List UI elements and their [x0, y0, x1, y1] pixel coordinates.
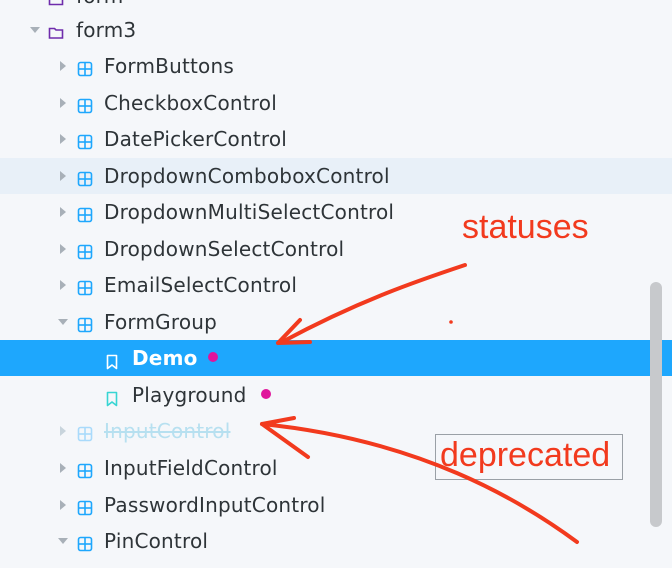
- component-icon: [77, 131, 93, 150]
- tree-item-label: Demo: [132, 346, 198, 370]
- component-icon: [77, 460, 93, 479]
- annotation-deprecated: deprecated: [440, 436, 611, 474]
- tree-item-label: Playground: [132, 383, 247, 407]
- tree-item-playground[interactable]: Playground: [0, 377, 672, 413]
- chevron-right-icon[interactable]: [60, 98, 66, 108]
- tree-item-label: FormButtons: [104, 54, 234, 78]
- component-icon: [77, 95, 93, 114]
- tree-item-passwordinputcontrol[interactable]: PasswordInputControl: [0, 487, 672, 523]
- chevron-right-icon[interactable]: [60, 207, 66, 217]
- tree-item-checkboxcontrol[interactable]: CheckboxControl: [0, 85, 672, 121]
- component-icon: [77, 423, 93, 442]
- tree-item-label: EmailSelectControl: [104, 273, 298, 297]
- chevron-right-icon[interactable]: [60, 280, 66, 290]
- folder-icon: [48, 0, 64, 6]
- tree-item-datepickercontrol[interactable]: DatePickerControl: [0, 121, 672, 157]
- chevron-down-icon[interactable]: [58, 319, 68, 325]
- chevron-right-icon[interactable]: [60, 426, 66, 436]
- component-icon: [77, 58, 93, 77]
- tree-item-label: form3: [76, 18, 137, 42]
- chevron-down-icon[interactable]: [58, 538, 68, 544]
- tree-item-emailselectcontrol[interactable]: EmailSelectControl: [0, 267, 672, 303]
- tree-item-demo[interactable]: Demo: [0, 340, 672, 376]
- chevron-right-icon[interactable]: [60, 171, 66, 181]
- tree-item-label: DatePickerControl: [104, 127, 288, 151]
- tree-item-dropdowncomboboxcontrol[interactable]: DropdownComboboxControl: [0, 158, 672, 194]
- tree-item-label: CheckboxControl: [104, 91, 277, 115]
- component-icon: [77, 168, 93, 187]
- sidebar-tree: form form3 FormButtons CheckboxControl D…: [0, 0, 672, 568]
- chevron-down-icon[interactable]: [30, 27, 40, 33]
- component-icon: [77, 277, 93, 296]
- tree-item-form3[interactable]: form3: [0, 12, 672, 48]
- chevron-right-icon[interactable]: [60, 500, 66, 510]
- tree-item-label: DropdownComboboxControl: [104, 164, 390, 188]
- component-icon: [77, 497, 93, 516]
- tree-item-label: InputFieldControl: [104, 456, 278, 480]
- scrollbar-thumb[interactable]: [650, 282, 662, 527]
- chevron-right-icon[interactable]: [60, 61, 66, 71]
- tree-item-pincontrol[interactable]: PinControl: [0, 523, 672, 559]
- tree-item-label: FormGroup: [104, 310, 218, 334]
- tree-item-label: DropdownSelectControl: [104, 237, 345, 261]
- chevron-right-icon[interactable]: [60, 244, 66, 254]
- component-icon: [77, 204, 93, 223]
- tree-item-label: DropdownMultiSelectControl: [104, 200, 395, 224]
- tree-item-label: form: [76, 0, 123, 8]
- component-icon: [77, 241, 93, 260]
- status-dot-icon: [261, 389, 271, 399]
- component-icon: [77, 533, 93, 552]
- status-dot-icon: [208, 352, 218, 362]
- component-icon: [77, 314, 93, 333]
- bookmark-icon: [104, 351, 120, 370]
- tree-item-label: InputControl: [104, 419, 231, 443]
- tree-item-formbuttons[interactable]: FormButtons: [0, 48, 672, 84]
- chevron-right-icon[interactable]: [60, 134, 66, 144]
- chevron-right-icon[interactable]: [60, 463, 66, 473]
- tree-item-label: PinControl: [104, 529, 209, 553]
- annotation-statuses: statuses: [462, 208, 589, 246]
- folder-icon: [48, 22, 64, 39]
- tree-item-label: PasswordInputControl: [104, 493, 326, 517]
- tree-item-formgroup[interactable]: FormGroup: [0, 304, 672, 340]
- bookmark-icon: [104, 388, 120, 407]
